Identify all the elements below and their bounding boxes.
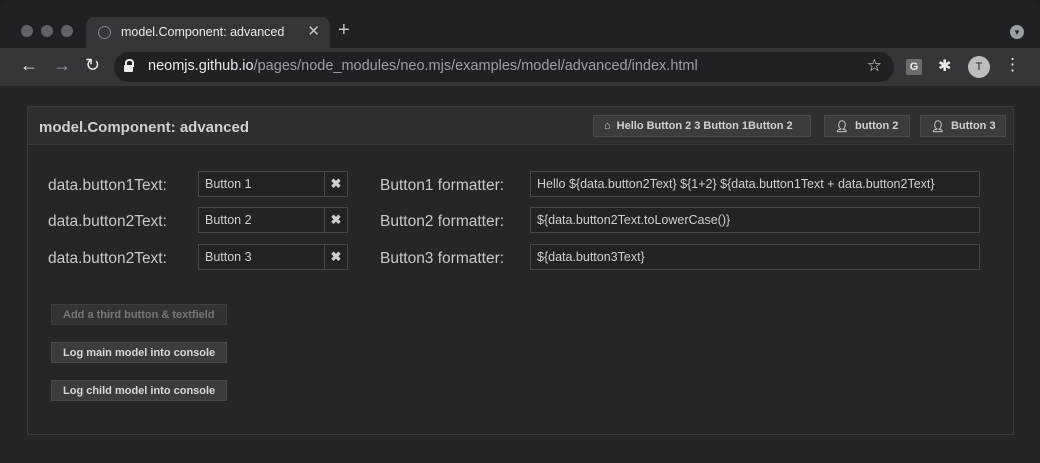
- main-panel: model.Component: advanced ⌂ Hello Button…: [27, 106, 1014, 435]
- clear-icon[interactable]: ✖: [324, 245, 347, 269]
- reload-icon[interactable]: ↻: [85, 55, 100, 76]
- home-icon: ⌂: [604, 120, 611, 132]
- extension-g-icon[interactable]: G: [906, 59, 922, 75]
- profile-avatar[interactable]: T: [968, 56, 990, 78]
- clear-icon[interactable]: ✖: [324, 172, 347, 196]
- bookmark-star-icon[interactable]: ☆: [867, 56, 882, 76]
- url-host: neomjs.github.io: [148, 58, 254, 74]
- add-third-button-button[interactable]: Add a third button & textfield: [51, 304, 227, 325]
- user-icon: 👤︎: [835, 120, 849, 133]
- button1-formatter-input[interactable]: [531, 172, 979, 196]
- button1-text-label: data.button1Text:: [48, 177, 167, 194]
- button1-formatter-label: Button1 formatter:: [380, 177, 505, 194]
- forward-arrow-icon[interactable]: →: [53, 55, 71, 76]
- panel-header: model.Component: advanced ⌂ Hello Button…: [28, 107, 1013, 145]
- header-button-3[interactable]: 👤︎ Button 3: [920, 115, 1006, 137]
- header-button-1-label: Hello Button 2 3 Button 1Button 2: [616, 120, 793, 132]
- header-button-2-label: button 2: [854, 120, 899, 132]
- browser-toolbar: ← → ↻ neomjs.github.io/pages/node_module…: [0, 48, 1040, 86]
- button1-text-field: ✖: [198, 171, 348, 197]
- url-text[interactable]: neomjs.github.io/pages/node_modules/neo.…: [148, 58, 698, 74]
- header-button-3-label: Button 3: [950, 120, 996, 132]
- button2-text-field: ✖: [198, 207, 348, 233]
- address-bar[interactable]: neomjs.github.io/pages/node_modules/neo.…: [114, 52, 894, 82]
- user-icon: 👤︎: [931, 120, 945, 133]
- header-button-2[interactable]: 👤︎ button 2: [824, 115, 910, 137]
- maximize-window-button[interactable]: [61, 25, 73, 37]
- header-button-1[interactable]: ⌂ Hello Button 2 3 Button 1Button 2: [593, 115, 811, 137]
- button3-text-field: ✖: [198, 244, 348, 270]
- log-child-model-button[interactable]: Log child model into console: [51, 380, 228, 401]
- browser-titlebar: model.Component: advanced ✕ + ▾: [0, 0, 1040, 48]
- minimize-window-button[interactable]: [41, 25, 53, 37]
- lock-icon: [124, 65, 133, 72]
- button2-formatter-label: Button2 formatter:: [380, 213, 505, 230]
- button3-text-label: data.button2Text:: [48, 250, 167, 267]
- button3-formatter-label: Button3 formatter:: [380, 250, 505, 267]
- tab-title: model.Component: advanced: [121, 25, 285, 39]
- extensions-puzzle-icon[interactable]: ✱: [938, 56, 951, 76]
- button1-formatter-field: [530, 171, 980, 197]
- button2-text-input[interactable]: [199, 208, 325, 232]
- globe-icon: [98, 26, 111, 39]
- button3-formatter-field: [530, 244, 980, 270]
- browser-tab[interactable]: model.Component: advanced ✕: [86, 17, 330, 48]
- back-arrow-icon[interactable]: ←: [20, 55, 38, 76]
- new-tab-button[interactable]: +: [338, 19, 350, 42]
- button2-text-label: data.button2Text:: [48, 213, 167, 230]
- panel-title: model.Component: advanced: [39, 119, 250, 136]
- url-path: /pages/node_modules/neo.mjs/examples/mod…: [253, 58, 698, 74]
- button1-text-input[interactable]: [199, 172, 325, 196]
- page-viewport: model.Component: advanced ⌂ Hello Button…: [0, 86, 1040, 463]
- button3-text-input[interactable]: [199, 245, 325, 269]
- button2-formatter-input[interactable]: [531, 208, 979, 232]
- browser-menu-icon[interactable]: ⋮: [1004, 55, 1021, 75]
- button2-formatter-field: [530, 207, 980, 233]
- tab-close-button[interactable]: ✕: [307, 22, 320, 40]
- close-window-button[interactable]: [21, 25, 33, 37]
- log-main-model-button[interactable]: Log main model into console: [51, 342, 228, 363]
- button3-formatter-input[interactable]: [531, 245, 979, 269]
- clear-icon[interactable]: ✖: [324, 208, 347, 232]
- tab-search-button[interactable]: ▾: [1010, 25, 1024, 39]
